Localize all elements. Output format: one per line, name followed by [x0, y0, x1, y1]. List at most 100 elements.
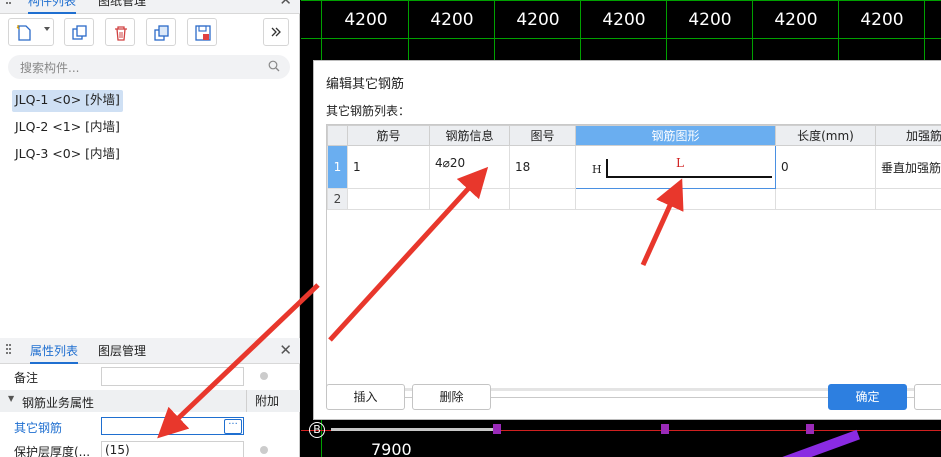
search-placeholder: 搜索构件...: [20, 61, 80, 75]
tree-item[interactable]: JLQ-1 <0> [外墙]: [12, 90, 123, 112]
remark-field[interactable]: [101, 367, 244, 386]
cover-field[interactable]: (15): [101, 441, 244, 457]
component-toolbar: [0, 18, 300, 50]
shape-label-l: L: [676, 156, 684, 170]
tab-layer-manager[interactable]: 图层管理: [98, 338, 146, 364]
collapse-triangle-icon[interactable]: ▼: [8, 394, 14, 403]
edit-other-rebar-dialog: 编辑其它钢筋 其它钢筋列表： 筋号 钢筋信息 图号 钢筋图形 长度(mm) 加强…: [313, 60, 941, 420]
cell-rebar-shape[interactable]: H L: [575, 145, 776, 189]
dimension-label: 4200: [602, 10, 646, 30]
prop-group-rebar[interactable]: ▼ 钢筋业务属性 附加: [0, 390, 300, 412]
prop-row-other-rebar: 其它钢筋 ···: [0, 416, 300, 438]
double-chevron-right-icon: [271, 27, 281, 37]
row-number[interactable]: 1: [327, 145, 348, 189]
drag-grip-icon[interactable]: [6, 344, 12, 358]
close-icon[interactable]: ✕: [279, 0, 292, 9]
search-icon: [268, 60, 280, 72]
rebar-list-label: 其它钢筋列表：: [326, 104, 411, 118]
column-header[interactable]: 筋号: [347, 125, 430, 146]
table-row[interactable]: 1 1 4⌀20 18 H L 0 垂直加强筋: [327, 145, 941, 189]
column-header[interactable]: 图号: [509, 125, 576, 146]
tab-property-list[interactable]: 属性列表: [30, 338, 79, 364]
bottom-dimension: 7900: [371, 440, 412, 457]
column-marker: [493, 424, 501, 434]
drag-grip-icon[interactable]: [6, 0, 12, 8]
group-extra-label: 附加: [246, 390, 286, 412]
dimension-label: 4200: [860, 10, 904, 30]
close-icon[interactable]: ✕: [279, 341, 292, 359]
grid-line: [924, 0, 925, 60]
copy-button[interactable]: [64, 18, 94, 46]
cell-bar-no[interactable]: 1: [347, 145, 430, 189]
row-number[interactable]: 2: [327, 188, 348, 210]
prop-label: 保护层厚度(...: [14, 445, 91, 457]
delete-button[interactable]: 删除: [412, 384, 491, 410]
cell-length[interactable]: [775, 188, 876, 210]
layers-icon: [154, 25, 169, 41]
insert-button[interactable]: 插入: [326, 384, 405, 410]
chevron-down-icon: [44, 27, 50, 31]
tab-component-list[interactable]: 构件列表: [28, 0, 77, 14]
corner-header: [327, 125, 348, 146]
dimension-label: 4200: [774, 10, 818, 30]
cell-rebar-info[interactable]: 4⌀20: [429, 145, 510, 189]
grid-line: [580, 0, 581, 60]
save-component-button[interactable]: [187, 18, 217, 46]
column-header[interactable]: 长度(mm): [775, 125, 876, 146]
rebar-table: 筋号 钢筋信息 图号 钢筋图形 长度(mm) 加强筋 1 1 4⌀20 18 H: [326, 124, 941, 398]
shape-label-h: H: [592, 163, 602, 176]
cell-rebar-shape[interactable]: [575, 188, 776, 210]
cell-figure-no[interactable]: 18: [509, 145, 576, 189]
dimension-label: 4200: [344, 10, 388, 30]
shape-base-line: [606, 176, 772, 178]
tree-item[interactable]: JLQ-3 <0> [内墙]: [12, 144, 123, 166]
dialog-title: 编辑其它钢筋: [326, 77, 405, 92]
duplicate-button[interactable]: [146, 18, 176, 46]
grid-line: [408, 0, 409, 60]
save-icon: [195, 25, 211, 41]
column-header[interactable]: 钢筋图形: [575, 125, 776, 146]
grid-line: [301, 38, 941, 39]
prop-row-remark: 备注: [0, 366, 300, 388]
new-file-icon: [16, 25, 31, 41]
more-button[interactable]: [263, 18, 289, 46]
column-header[interactable]: 加强筋: [875, 125, 941, 146]
visibility-dot[interactable]: [260, 446, 268, 454]
grid-line: [494, 0, 495, 60]
grid-line: [752, 0, 753, 60]
component-tree: JLQ-1 <0> [外墙] JLQ-2 <1> [内墙] JLQ-3 <0> …: [12, 90, 123, 171]
grid-line: [301, 0, 941, 1]
prop-row-cover: 保护层厚度(... (15): [0, 440, 300, 457]
tab-drawing-manager[interactable]: 图纸管理: [98, 0, 146, 14]
ellipsis-button[interactable]: ···: [224, 419, 242, 434]
axis-bubble: B: [309, 422, 325, 438]
cell-length[interactable]: 0: [775, 145, 876, 189]
delete-component-button[interactable]: [105, 18, 135, 46]
trash-icon: [115, 26, 127, 41]
dimension-label: 4200: [688, 10, 732, 30]
shape-hook-line: [606, 159, 608, 176]
group-label: 钢筋业务属性: [22, 396, 95, 410]
copy-icon: [72, 25, 87, 40]
rebar-segment: [772, 429, 860, 457]
cell-figure-no[interactable]: [509, 188, 576, 210]
ok-button[interactable]: 确定: [828, 384, 907, 410]
search-input[interactable]: 搜索构件...: [8, 55, 290, 79]
tree-item[interactable]: JLQ-2 <1> [内墙]: [12, 117, 123, 139]
cell-strengthen[interactable]: 垂直加强筋: [875, 145, 941, 189]
cell-rebar-info[interactable]: [429, 188, 510, 210]
grid-line: [666, 0, 667, 60]
visibility-dot[interactable]: [260, 372, 268, 380]
cell-bar-no[interactable]: [347, 188, 430, 210]
cancel-button[interactable]: [914, 384, 941, 410]
other-rebar-field[interactable]: ···: [101, 417, 244, 435]
cell-strengthen[interactable]: [875, 188, 941, 210]
new-component-button[interactable]: [8, 18, 54, 46]
component-tabs: 构件列表 图纸管理 ✕: [0, 0, 300, 14]
column-header[interactable]: 钢筋信息: [429, 125, 510, 146]
column-marker: [661, 424, 669, 434]
prop-label: 其它钢筋: [14, 421, 63, 435]
table-row[interactable]: 2: [327, 188, 941, 210]
property-tabs: 属性列表 图层管理 ✕: [0, 338, 300, 364]
left-panel: 构件列表 图纸管理 ✕ 搜索构件... JLQ-1 <0> [外墙] JLQ-2…: [0, 0, 300, 457]
